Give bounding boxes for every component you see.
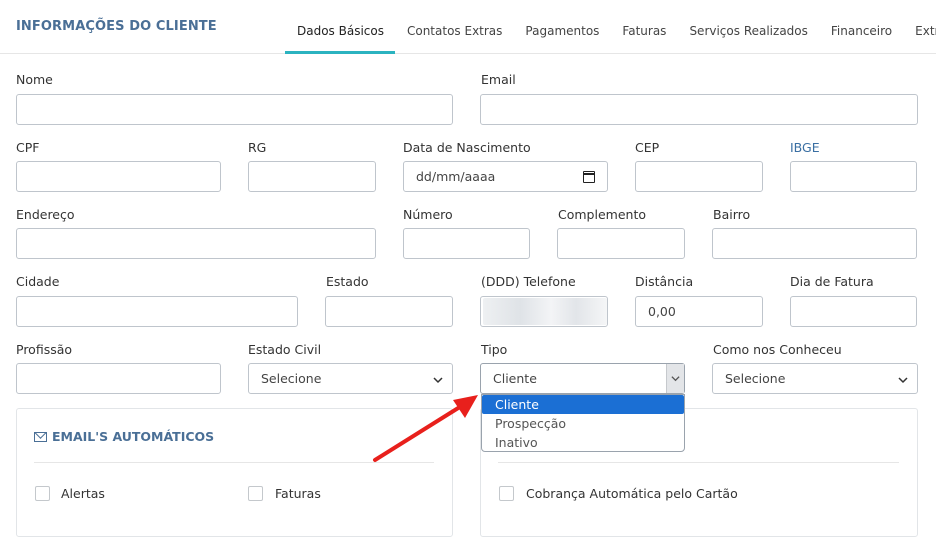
tab-financeiro[interactable]: Financeiro	[819, 0, 903, 54]
header: INFORMAÇÕES DO CLIENTE Dados Básicos Con…	[0, 0, 936, 54]
numero-field[interactable]	[403, 228, 530, 259]
nascimento-label: Data de Nascimento	[403, 140, 531, 155]
distancia-label: Distância	[635, 274, 694, 289]
tab-faturas[interactable]: Faturas	[610, 0, 677, 54]
tipo-value: Cliente	[493, 371, 537, 386]
nome-field[interactable]	[16, 94, 453, 125]
faturas-checkbox[interactable]	[248, 486, 263, 501]
nascimento-field[interactable]: dd/mm/aaaa	[403, 161, 608, 192]
cobranca-cartao-label: Cobrança Automática pelo Cartão	[526, 486, 738, 501]
tipo-select[interactable]: Cliente	[480, 363, 685, 394]
numero-label: Número	[403, 207, 453, 222]
tab-contatos-extras[interactable]: Contatos Extras	[395, 0, 513, 54]
complemento-field[interactable]	[557, 228, 685, 259]
cep-label: CEP	[635, 140, 660, 155]
tab-bar: Dados Básicos Contatos Extras Pagamentos…	[285, 0, 936, 54]
tab-pagamentos[interactable]: Pagamentos	[513, 0, 610, 54]
como-conheceu-label: Como nos Conheceu	[713, 342, 842, 357]
tab-servicos-realizados[interactable]: Serviços Realizados	[677, 0, 818, 54]
email-label: Email	[481, 72, 516, 87]
distancia-field[interactable]: 0,00	[635, 296, 763, 327]
complemento-label: Complemento	[558, 207, 646, 222]
ibge-label[interactable]: IBGE	[790, 140, 820, 155]
tipo-dropdown-list: Cliente Prospecção Inativo	[481, 394, 685, 452]
chevron-down-icon	[671, 376, 680, 382]
faturas-label: Faturas	[275, 486, 321, 501]
ibge-field[interactable]	[790, 161, 917, 192]
estado-field[interactable]	[325, 296, 453, 327]
tab-dados-basicos[interactable]: Dados Básicos	[285, 0, 395, 54]
endereco-field[interactable]	[16, 228, 376, 259]
divider	[498, 462, 899, 463]
bairro-field[interactable]	[712, 228, 917, 259]
cep-field[interactable]	[635, 161, 763, 192]
profissao-label: Profissão	[16, 342, 73, 357]
rg-field[interactable]	[248, 161, 376, 192]
endereco-label: Endereço	[16, 207, 75, 222]
tipo-option-inativo[interactable]: Inativo	[482, 433, 684, 452]
calendar-icon[interactable]	[583, 171, 595, 183]
profissao-field[interactable]	[16, 363, 221, 394]
dia-fatura-field[interactable]	[790, 296, 917, 327]
nome-label: Nome	[16, 72, 53, 87]
nascimento-placeholder: dd/mm/aaaa	[416, 169, 496, 184]
estado-civil-label: Estado Civil	[248, 342, 322, 357]
emails-panel-title: EMAIL'S AUTOMÁTICOS	[34, 429, 214, 444]
como-conheceu-value: Selecione	[725, 371, 786, 386]
page-title: INFORMAÇÕES DO CLIENTE	[16, 19, 217, 34]
cobranca-cartao-checkbox[interactable]	[499, 486, 514, 501]
tab-extras[interactable]: Extras	[903, 0, 936, 54]
chevron-down-icon	[898, 373, 908, 384]
bairro-label: Bairro	[713, 207, 751, 222]
rg-label: RG	[248, 140, 267, 155]
alertas-checkbox[interactable]	[35, 486, 50, 501]
tipo-label: Tipo	[481, 342, 508, 357]
como-conheceu-select[interactable]: Selecione	[712, 363, 918, 394]
email-field[interactable]	[480, 94, 918, 125]
redacted-phone-value	[483, 298, 607, 325]
tipo-dropdown-button[interactable]	[666, 364, 684, 393]
emails-panel-title-text: EMAIL'S AUTOMÁTICOS	[52, 429, 215, 444]
alertas-label: Alertas	[61, 486, 105, 501]
tipo-option-prospeccao[interactable]: Prospecção	[482, 414, 684, 433]
dia-fatura-label: Dia de Fatura	[790, 274, 874, 289]
telefone-label: (DDD) Telefone	[481, 274, 576, 289]
estado-label: Estado	[326, 274, 369, 289]
cpf-field[interactable]	[16, 161, 221, 192]
cidade-field[interactable]	[16, 296, 298, 327]
cpf-label: CPF	[16, 140, 40, 155]
tipo-option-cliente[interactable]: Cliente	[482, 395, 684, 414]
annotation-arrow-icon	[373, 395, 478, 462]
cidade-label: Cidade	[16, 274, 60, 289]
chevron-down-icon	[433, 373, 443, 384]
envelope-icon	[34, 431, 47, 442]
estado-civil-value: Selecione	[261, 371, 322, 386]
